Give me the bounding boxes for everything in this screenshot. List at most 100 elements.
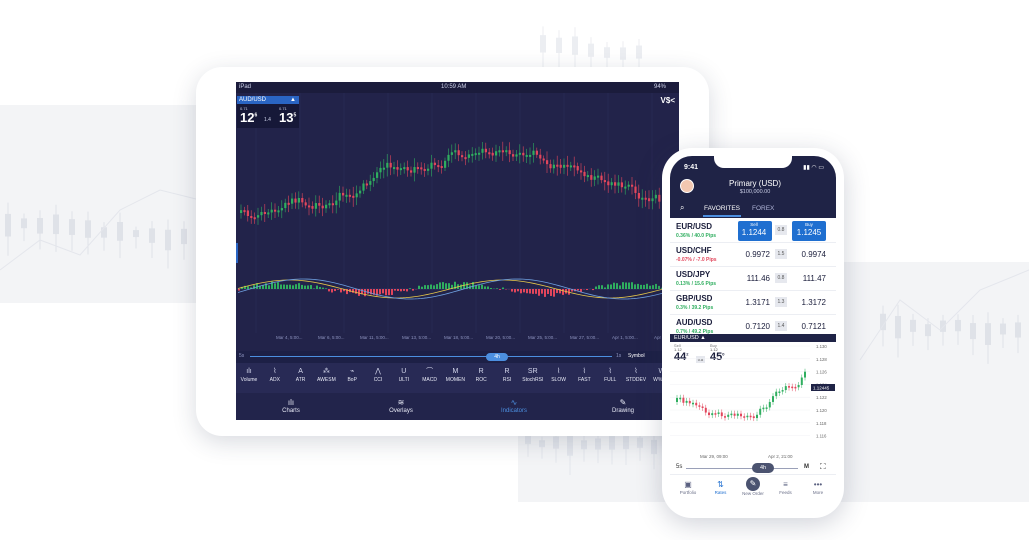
indicator-rsi[interactable]: R RSI <box>496 367 518 383</box>
indicator-stddev[interactable]: ⌇ STDDEV <box>625 367 647 383</box>
chart-candle <box>345 194 348 197</box>
macd-bar <box>403 289 405 291</box>
sell-button[interactable]: 0.9972 <box>740 246 772 264</box>
scrub-handle[interactable]: 4h <box>486 353 508 361</box>
chart-candle <box>389 162 392 168</box>
tab-charts[interactable]: ılı Charts <box>261 397 321 414</box>
rate-symbol: USD/CHF <box>676 246 712 255</box>
indicator-volume[interactable]: ılı Volume <box>238 367 260 383</box>
chart-candle <box>515 154 518 157</box>
phone-timeframe-scrubber[interactable]: 5s 4h M ⛶ <box>670 462 836 474</box>
macd-bar <box>406 289 408 292</box>
macd-bar <box>475 285 477 289</box>
tab-forex[interactable]: FOREX <box>752 205 774 212</box>
macd-bar <box>331 289 333 293</box>
nav-portfolio[interactable]: ▣ Portfolio <box>673 479 703 495</box>
indicator-macd[interactable]: ⌒ MACD <box>419 367 441 383</box>
rate-row[interactable]: USD/CHF -0.07% / -7.0 Pips 0.9972 1.5 0.9974 <box>670 243 836 267</box>
indicator-slow[interactable]: ⌇ SLOW <box>548 367 570 383</box>
tab-drawing[interactable]: ✎ Drawing <box>593 397 653 414</box>
chart-candle <box>270 209 273 213</box>
tab-overlays[interactable]: ≋ Overlays <box>371 397 431 414</box>
avatar[interactable] <box>680 179 694 193</box>
rate-row[interactable]: GBP/USD 0.3% / 39.2 Pips 1.3171 1.3 1.3172 <box>670 291 836 315</box>
account-name[interactable]: Primary (USD) <box>700 179 810 188</box>
sell-price-button[interactable]: 126 <box>240 110 257 125</box>
chart-candle <box>576 166 579 171</box>
chart-candle <box>267 212 270 215</box>
chart-candle <box>284 202 287 209</box>
phone-scrub-handle[interactable]: 4h <box>752 463 774 473</box>
chart-candle <box>386 162 389 168</box>
sell-button[interactable]: 111.46 <box>740 270 772 288</box>
macd-bar <box>631 282 633 289</box>
indicator-stochrsi[interactable]: SR StochRSI <box>522 367 544 383</box>
macd-bar <box>385 289 387 296</box>
buy-price: 111.47 <box>802 274 826 283</box>
indicator-roc[interactable]: R ROC <box>470 367 492 383</box>
rate-row[interactable]: USD/JPY 0.13% / 15.6 Pips 111.46 0.8 111.47 <box>670 267 836 291</box>
indicator-momen[interactable]: M MOMEN <box>444 367 466 383</box>
tab-favorites[interactable]: FAVORITES <box>704 205 740 212</box>
mini-price-chart[interactable]: 1.1301.1281.1261.1241.1221.1201.1181.116… <box>670 342 836 462</box>
date-label: Mar 11, 5:00... <box>360 335 389 340</box>
chart-candle <box>440 166 443 169</box>
indicator-awesm[interactable]: ⁂ AWESM <box>315 367 337 383</box>
indicator-full[interactable]: ⌇ FULL <box>599 367 621 383</box>
chart-candle <box>512 154 515 157</box>
mini-candle <box>791 386 794 389</box>
rate-symbol: USD/JPY <box>676 270 711 279</box>
buy-button[interactable]: 1.3172 <box>792 294 826 312</box>
tablet-price-chart[interactable]: Mar 4, 5:00... Mar 6, 5:00... Mar 11, 5:00… <box>236 93 679 343</box>
buy-button[interactable]: 111.47 <box>792 270 826 288</box>
indicator-label: StochRSI <box>522 377 544 383</box>
chart-candle <box>433 162 436 166</box>
chart-candle <box>590 175 593 180</box>
nav-more[interactable]: ••• More <box>803 479 833 495</box>
mini-ytick: 1.120 <box>816 408 827 413</box>
indicator-cci[interactable]: ⋀ CCI <box>367 367 389 383</box>
buy-price-button[interactable]: 135 <box>279 110 296 125</box>
indicator-adx[interactable]: ⌇ ADX <box>264 367 286 383</box>
phone-scrub-left: 5s <box>676 464 683 470</box>
chart-candle <box>274 209 277 212</box>
sell-button[interactable]: Sell 1.1244 <box>738 221 772 241</box>
chart-candle <box>430 162 433 169</box>
chart-candle <box>546 160 549 165</box>
chart-candle <box>484 148 487 153</box>
buy-button[interactable]: 0.9974 <box>792 246 826 264</box>
symbol-link[interactable]: Symbol <box>628 353 645 359</box>
phone-bottom-nav: ▣ Portfolio ⇅ Rates ✎ New Order ≡ Feeds ••• More <box>670 474 836 510</box>
tab-indicators[interactable]: ∿ Indicators <box>484 397 544 414</box>
indicator-fast[interactable]: ⌇ FAST <box>573 367 595 383</box>
timeframe-scrubber[interactable]: 5s 4h 1s Symbol ✎ <box>236 351 679 363</box>
chart-candle <box>522 152 525 156</box>
mini-symbol-selector[interactable]: EUR/USD ▲ <box>670 334 836 342</box>
rate-row[interactable]: EUR/USD 0.36% / 40.0 Pips Sell 1.1244 0.8 Buy… <box>670 219 836 243</box>
chart-candle <box>457 150 460 156</box>
indicator-bop[interactable]: ⌁ BoP <box>341 367 363 383</box>
macd-bar <box>529 289 531 294</box>
marketing-stage: iPad 10:59 AM 94% Mar 4, 5:00... Mar 6, 5… <box>0 0 1029 540</box>
scrub-track <box>250 356 612 357</box>
currency-toggle-icon[interactable]: V$< <box>661 96 675 105</box>
tablet-screen: iPad 10:59 AM 94% Mar 4, 5:00... Mar 6, 5… <box>236 82 679 420</box>
fullscreen-icon[interactable]: ⛶ <box>820 462 826 472</box>
search-icon[interactable]: ⌕ <box>680 203 684 213</box>
buy-button[interactable]: Buy 1.1245 <box>792 221 826 241</box>
macd-bar <box>334 289 336 292</box>
chart-candle <box>542 158 545 161</box>
sell-button[interactable]: 1.3171 <box>740 294 772 312</box>
nav-feeds[interactable]: ≡ Feeds <box>771 479 801 495</box>
sell-price: 0.9972 <box>745 250 770 259</box>
nav-new-order[interactable]: ✎ New Order <box>738 477 768 496</box>
indicator-ulti[interactable]: U ULTI <box>393 367 415 383</box>
symbol-selector[interactable]: AUD/USD ▲ <box>237 96 299 104</box>
nav-rates[interactable]: ⇅ Rates <box>706 479 736 495</box>
chart-candle <box>280 208 283 211</box>
chart-candle <box>297 197 300 203</box>
chart-candle <box>450 152 453 155</box>
macd-bar <box>586 289 588 290</box>
indicator-atr[interactable]: A ATR <box>290 367 312 383</box>
chart-candle <box>314 203 317 209</box>
